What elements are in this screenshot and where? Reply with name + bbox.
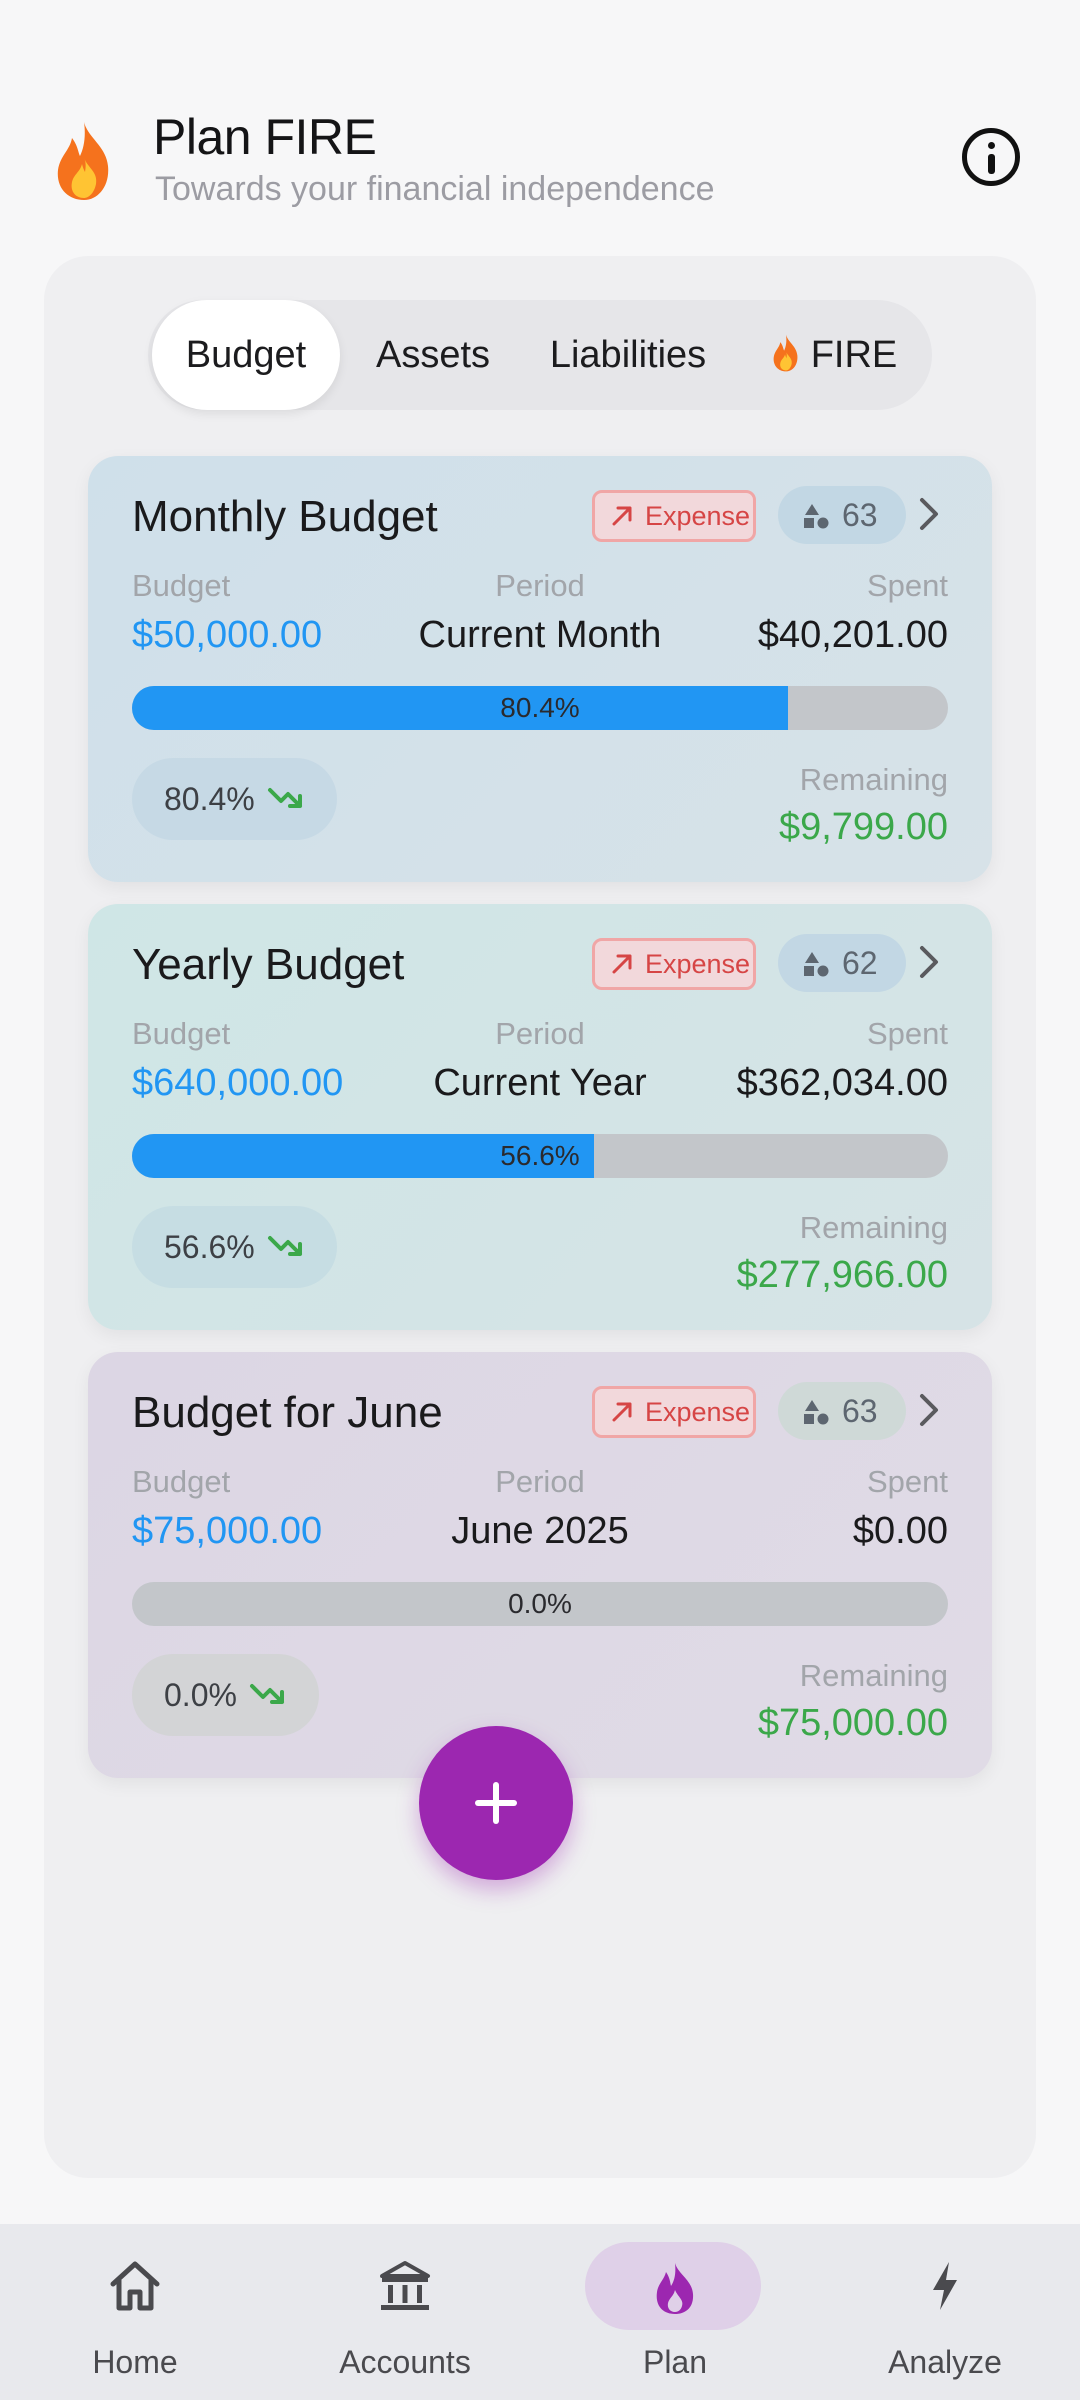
expense-chip: Expense [592, 1386, 756, 1438]
progress-bar: 56.6% [132, 1134, 948, 1178]
expense-chip: Expense [592, 938, 756, 990]
nav-label: Accounts [339, 2344, 471, 2380]
progress-bar: 80.4% [132, 686, 948, 730]
nav-item-analyze[interactable]: Analyze [810, 2224, 1080, 2400]
spent-value: $0.00 [852, 1510, 948, 1552]
chevron-right-icon[interactable] [914, 942, 944, 982]
chevron-right-icon[interactable] [914, 1390, 944, 1430]
trending-down-icon [267, 788, 302, 808]
spent-value: $362,034.00 [736, 1062, 948, 1104]
arrow-up-right-icon [612, 1402, 632, 1422]
percent-value: 0.0% [164, 1677, 237, 1713]
budget-card-monthly[interactable]: Monthly Budget Expense 63 Budget Period … [88, 456, 992, 882]
tab-label: FIRE [810, 334, 898, 376]
nav-label: Plan [642, 2344, 708, 2380]
percent-value: 56.6% [164, 1229, 255, 1265]
main-panel: Budget Assets Liabilities FIRE Monthly B… [44, 256, 1036, 2178]
nav-item-plan[interactable]: Plan [540, 2224, 810, 2400]
expense-chip-label: Expense [645, 949, 751, 979]
nav-label: Analyze [888, 2344, 1002, 2380]
tab-label: Budget [185, 334, 307, 376]
period-label: Period [495, 568, 585, 603]
period-label: Period [495, 1016, 585, 1051]
percent-pill: 56.6% [132, 1206, 337, 1288]
budget-card-june[interactable]: Budget for June Expense 63 Budget Period… [88, 1352, 992, 1778]
header: Plan FIRE Towards your financial indepen… [0, 100, 1080, 220]
expense-chip-label: Expense [645, 1397, 751, 1427]
tab-budget[interactable]: Budget [152, 300, 340, 410]
spent-label: Spent [866, 1016, 948, 1051]
trending-down-icon [249, 1684, 284, 1704]
nav-item-accounts[interactable]: Accounts [270, 2224, 540, 2400]
percent-pill: 80.4% [132, 758, 337, 840]
bank-icon [380, 2261, 430, 2310]
arrow-up-right-icon [612, 954, 632, 974]
shapes-icon [804, 952, 829, 977]
progress-label: 0.0% [508, 1588, 572, 1619]
count-chip: 63 [778, 486, 906, 544]
page-subtitle: Towards your financial independence [155, 170, 715, 208]
flame-icon [57, 122, 109, 200]
remaining-label: Remaining [799, 1210, 948, 1245]
progress-label: 80.4% [500, 692, 580, 723]
info-icon[interactable] [962, 128, 1020, 186]
count-value: 63 [842, 497, 878, 533]
count-chip: 63 [778, 1382, 906, 1440]
remaining-value: $75,000.00 [757, 1702, 948, 1744]
percent-value: 80.4% [164, 781, 255, 817]
shapes-icon [804, 504, 829, 529]
flame-icon [773, 334, 798, 372]
spent-label: Spent [866, 1464, 948, 1499]
shapes-icon [804, 1400, 829, 1425]
tab-liabilities[interactable]: Liabilities [528, 300, 728, 410]
progress-label: 56.6% [500, 1140, 580, 1171]
tab-assets[interactable]: Assets [358, 300, 508, 410]
remaining-value: $277,966.00 [736, 1254, 948, 1296]
card-title: Monthly Budget [132, 492, 438, 541]
percent-pill: 0.0% [132, 1654, 319, 1736]
arrow-up-right-icon [612, 506, 632, 526]
progress-bar: 0.0% [132, 1582, 948, 1626]
card-title: Yearly Budget [132, 940, 405, 989]
home-icon [110, 2261, 160, 2311]
count-value: 63 [842, 1393, 878, 1429]
expense-chip: Expense [592, 490, 756, 542]
spent-value: $40,201.00 [757, 614, 948, 656]
tab-fire[interactable]: FIRE [748, 300, 918, 410]
add-budget-button[interactable] [419, 1726, 573, 1880]
page-title: Plan FIRE [153, 109, 377, 165]
tab-label: Liabilities [549, 334, 707, 376]
remaining-value: $9,799.00 [778, 806, 948, 848]
nav-item-home[interactable]: Home [0, 2224, 270, 2400]
tab-label: Assets [375, 334, 491, 376]
count-value: 62 [842, 945, 878, 981]
remaining-label: Remaining [799, 1658, 948, 1693]
remaining-label: Remaining [799, 762, 948, 797]
budget-card-yearly[interactable]: Yearly Budget Expense 62 Budget Period S… [88, 904, 992, 1330]
lightning-icon [933, 2262, 957, 2310]
card-title: Budget for June [132, 1388, 443, 1437]
period-label: Period [495, 1464, 585, 1499]
bottom-nav: Home Accounts Plan Analyze [0, 2224, 1080, 2400]
nav-label: Home [92, 2344, 178, 2380]
chevron-right-icon[interactable] [914, 494, 944, 534]
spent-label: Spent [866, 568, 948, 603]
tab-bar: Budget Assets Liabilities FIRE [148, 300, 932, 410]
count-chip: 62 [778, 934, 906, 992]
flame-icon [656, 2263, 694, 2314]
trending-down-icon [267, 1236, 302, 1256]
expense-chip-label: Expense [645, 501, 751, 531]
